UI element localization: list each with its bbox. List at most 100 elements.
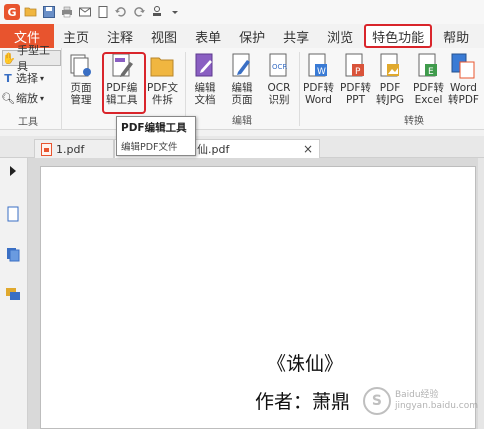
vertical-scrollbar[interactable] — [478, 158, 484, 429]
word2pdf-label-2: 转PDF — [448, 94, 479, 106]
email-icon[interactable] — [77, 5, 92, 20]
page-thumbnail-icon[interactable] — [5, 206, 21, 222]
pdf-to-word-icon: W — [308, 53, 328, 77]
layers-icon[interactable] — [5, 246, 21, 262]
convert-group-label: 转换 — [404, 116, 424, 127]
menu-comment[interactable]: 注释 — [98, 24, 142, 48]
app-logo-icon[interactable]: G — [4, 4, 20, 20]
document-title: 《诛仙》 — [267, 353, 344, 375]
pdf2word-label-1: PDF转 — [303, 82, 334, 94]
ocr-label-2: 识别 — [268, 94, 290, 106]
select-tool-button[interactable]: T 选择 ▾ — [2, 70, 44, 86]
svg-text:E: E — [428, 67, 434, 77]
menu-protect[interactable]: 保护 — [230, 24, 274, 48]
chevron-down-icon: ▾ — [40, 93, 45, 103]
pdf-file-split-button[interactable]: PDF文 件拆 — [147, 52, 178, 106]
tools-group: ✋ 手型工具 T 选择 ▾ 🔍︎ 缩放 ▾ 工具 — [0, 44, 62, 130]
edit-page-button[interactable]: 编辑 页面 — [229, 52, 255, 106]
page-manage-icon — [70, 54, 91, 77]
select-tool-label: 选择 — [16, 72, 38, 85]
pdf-to-excel-icon: E — [418, 53, 438, 77]
pdf-file-icon — [41, 142, 52, 156]
edit-page-icon — [232, 53, 250, 77]
watermark-logo-icon: S — [362, 387, 391, 415]
pdf2ppt-label-2: PPT — [345, 94, 366, 106]
stamp-icon[interactable] — [149, 5, 164, 20]
word-to-pdf-button[interactable]: Word 转PDF — [448, 52, 479, 106]
ribbon-separator — [299, 52, 300, 126]
document-author: 作者：萧鼎 — [255, 391, 351, 413]
pdf-to-ppt-button[interactable]: P PDF转 PPT — [340, 52, 371, 106]
quick-access-toolbar: G — [0, 0, 484, 24]
menu-features[interactable]: 特色功能 — [364, 24, 433, 48]
menu-view[interactable]: 视图 — [142, 24, 186, 48]
file-icon[interactable] — [95, 5, 110, 20]
ocr-button[interactable]: OCR OCR 识别 — [266, 52, 292, 106]
hand-icon: ✋ — [2, 51, 16, 65]
watermark-line-2: jingyan.baidu.com — [394, 401, 478, 411]
zoom-tool-label: 缩放 — [16, 92, 38, 105]
document-tab-bar: 1.pdf 仙.pdf × — [0, 136, 484, 158]
svg-text:W: W — [317, 67, 326, 77]
dropdown-icon[interactable] — [167, 5, 182, 20]
pdf2ppt-label-1: PDF转 — [340, 82, 371, 94]
comments-icon[interactable] — [5, 286, 21, 302]
print-icon[interactable] — [59, 5, 74, 20]
pdf-to-ppt-icon: P — [345, 53, 365, 77]
zoom-tool-button[interactable]: 🔍︎ 缩放 ▾ — [1, 90, 45, 106]
folder-open-icon[interactable] — [23, 5, 38, 20]
ocr-label-1: OCR — [267, 82, 291, 94]
chevron-down-icon: ▾ — [40, 73, 45, 83]
tab-1-pdf[interactable]: 1.pdf — [34, 139, 114, 158]
pdf-file-label-1: PDF文 — [147, 82, 178, 94]
text-select-icon: T — [4, 71, 12, 85]
tab-label: 1.pdf — [56, 142, 85, 156]
zoom-icon: 🔍︎ — [1, 91, 15, 105]
undo-icon[interactable] — [113, 5, 128, 20]
pdf2jpg-label-2: 转JPG — [376, 94, 405, 106]
ribbon-separator — [185, 52, 186, 126]
word2pdf-label-1: Word — [449, 82, 477, 94]
page-manage-button[interactable]: 页面 管理 — [68, 52, 94, 106]
menu-help[interactable]: 帮助 — [434, 24, 478, 48]
watermark-text: Baidu经验 jingyan.baidu.com — [395, 390, 478, 412]
hand-tool-button[interactable]: ✋ 手型工具 — [2, 44, 61, 73]
tooltip: PDF编辑工具 编辑PDF文件 — [116, 116, 196, 156]
pdf2word-label-2: Word — [304, 94, 332, 106]
pdf-to-excel-button[interactable]: E PDF转 Excel — [413, 52, 444, 106]
pdf2excel-label-1: PDF转 — [413, 82, 444, 94]
highlight-annotation — [102, 52, 146, 114]
menu-home[interactable]: 主页 — [54, 24, 98, 48]
redo-icon[interactable] — [131, 5, 146, 20]
edit-document-icon — [195, 53, 213, 77]
edit-page-label-1: 编辑 — [231, 82, 253, 94]
edit-doc-label-1: 编辑 — [194, 82, 216, 94]
word-to-pdf-icon — [451, 53, 475, 79]
page-manage-label: 页面 管理 — [70, 82, 92, 106]
svg-text:OCR: OCR — [272, 63, 287, 71]
folder-icon — [150, 57, 174, 77]
tooltip-title: PDF编辑工具 — [121, 122, 187, 134]
tools-group-label: 工具 — [18, 117, 38, 128]
ocr-icon: OCR — [269, 53, 287, 77]
menu-browse[interactable]: 浏览 — [318, 24, 362, 48]
pdf-file-label-2: 件拆 — [151, 94, 173, 106]
menu-share[interactable]: 共享 — [274, 24, 318, 48]
pdf-to-jpg-icon — [380, 53, 400, 77]
pdf-to-jpg-button[interactable]: PDF 转JPG — [376, 52, 404, 106]
expand-panel-icon[interactable] — [10, 166, 16, 176]
left-panel-rail — [0, 158, 28, 429]
tooltip-description: 编辑PDF文件 — [121, 142, 178, 153]
edit-page-label-2: 页面 — [231, 94, 253, 106]
menu-form[interactable]: 表单 — [186, 24, 230, 48]
watermark-line-1: Baidu经验 — [394, 390, 439, 400]
save-icon[interactable] — [41, 5, 56, 20]
ribbon: ✋ 手型工具 T 选择 ▾ 🔍︎ 缩放 ▾ 工具 页面 管理 PDF编 辑工具 … — [0, 44, 484, 130]
edit-document-button[interactable]: 编辑 文档 — [192, 52, 218, 106]
pdf2jpg-label-1: PDF — [379, 82, 401, 94]
svg-text:P: P — [355, 67, 361, 77]
menu-bar: 文件 主页 注释 视图 表单 保护 共享 浏览 特色功能 帮助 — [0, 24, 484, 48]
tab-label: 仙.pdf — [197, 143, 230, 156]
pdf-to-word-button[interactable]: W PDF转 Word — [303, 52, 334, 106]
close-tab-icon[interactable]: × — [303, 142, 313, 156]
